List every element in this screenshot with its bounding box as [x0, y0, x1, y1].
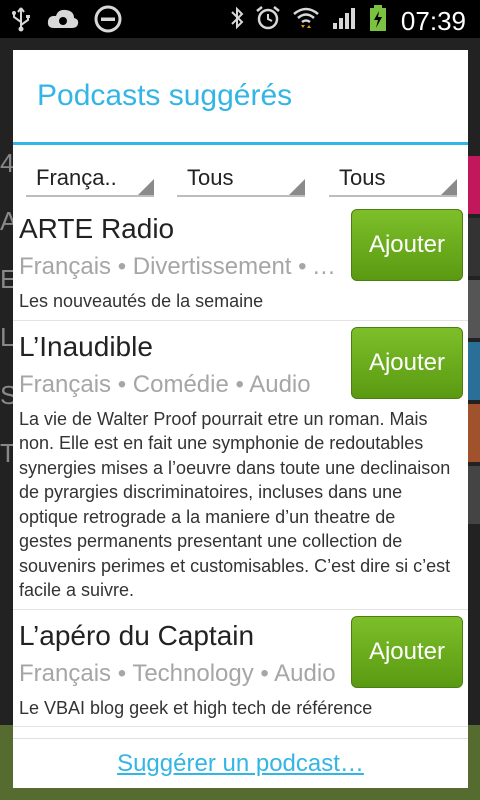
signal-icon	[331, 5, 359, 38]
bg-thumbnail	[466, 404, 480, 462]
alarm-icon	[255, 5, 281, 38]
suggest-podcast-link[interactable]: Suggérer un podcast…	[117, 750, 364, 778]
dialog-title: Podcasts suggérés	[13, 50, 468, 145]
podcast-list[interactable]: ARTE Radio Français • Divertissement • A…	[13, 203, 468, 739]
language-filter-value: França..	[36, 165, 117, 190]
podcast-description: Les nouveautés de la semaine	[19, 291, 264, 311]
usb-icon	[10, 6, 32, 39]
language-filter[interactable]: França..	[26, 157, 154, 197]
bg-thumbnail	[466, 280, 480, 338]
podcast-meta: Français • Technology • Audio	[19, 659, 336, 687]
category-filter-value: Tous	[187, 165, 234, 190]
bg-thumbnail	[466, 466, 480, 524]
bg-thumbnail	[466, 342, 480, 400]
bg-thumbnail	[466, 156, 480, 214]
suggested-podcasts-dialog: Podcasts suggérés França.. Tous Tous ART…	[13, 50, 468, 788]
clock: 07:39	[400, 6, 466, 36]
podcast-meta: Français • Divertissement • Audio	[19, 253, 345, 280]
do-not-disturb-icon	[94, 5, 122, 40]
filter-bar: França.. Tous Tous	[13, 145, 468, 203]
add-button[interactable]: Ajouter	[351, 326, 463, 399]
dropdown-arrow-icon	[138, 179, 154, 195]
bg-letter: A	[0, 206, 18, 236]
type-filter-value: Tous	[339, 165, 386, 190]
podcast-meta: Français • Comédie • Audio	[19, 370, 311, 398]
podcast-item: L’apéro du Captain Français • Technology…	[13, 610, 468, 727]
bluetooth-icon	[229, 5, 245, 38]
podcast-item: ARTE Radio Français • Divertissement • A…	[13, 203, 468, 321]
podcast-description: Le VBAI blog geek et high tech de référe…	[19, 697, 373, 718]
dropdown-arrow-icon	[441, 179, 457, 195]
wifi-icon	[291, 5, 321, 38]
bg-letter: T	[0, 438, 16, 468]
bg-letter: E	[0, 264, 18, 294]
status-bar: 07:39	[0, 0, 480, 38]
podcast-description: La vie de Walter Proof pourrait etre un …	[19, 408, 451, 601]
add-button[interactable]: Ajouter	[351, 615, 463, 688]
battery-charging-icon	[369, 4, 387, 39]
background-thumbnails	[466, 156, 480, 528]
add-button[interactable]: Ajouter	[351, 209, 463, 281]
bg-letter: 4	[0, 148, 15, 178]
podcast-item: L’Inaudible Français • Comédie • Audio L…	[13, 321, 468, 610]
dropdown-arrow-icon	[289, 179, 305, 195]
bg-letter: S	[0, 380, 18, 410]
bg-thumbnail	[466, 218, 480, 276]
background-list: 4 A E L S T	[0, 148, 18, 748]
category-filter[interactable]: Tous	[177, 157, 305, 197]
bg-letter: L	[0, 322, 15, 352]
type-filter[interactable]: Tous	[329, 157, 457, 197]
cloud-icon	[46, 6, 80, 39]
dialog-footer: Suggérer un podcast…	[13, 738, 468, 788]
